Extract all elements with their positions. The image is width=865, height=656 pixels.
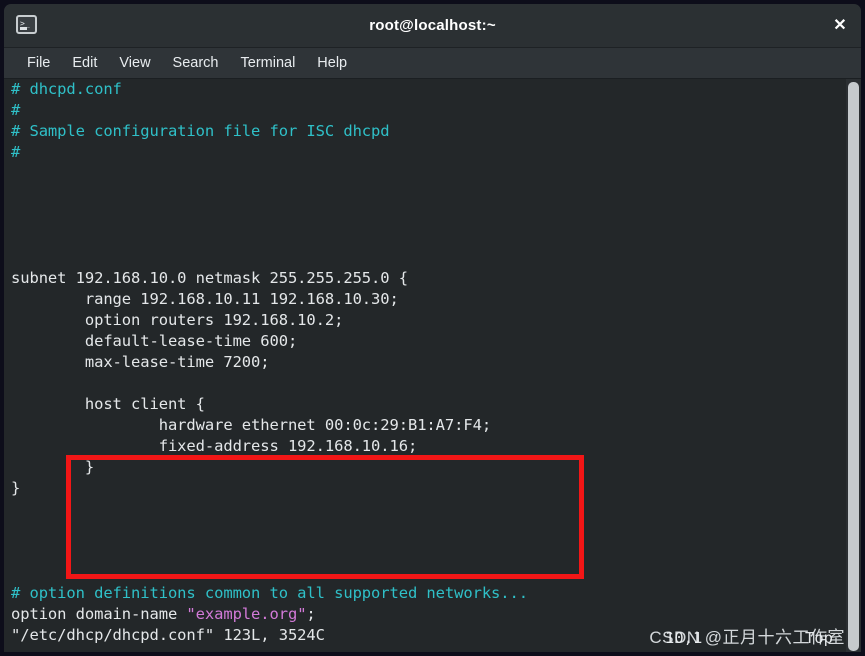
terminal-line: host client { bbox=[11, 395, 205, 413]
terminal-text: ; bbox=[306, 605, 316, 623]
terminal-line: default-lease-time 600; bbox=[11, 332, 298, 350]
terminal-line: hardware ethernet 00:0c:29:B1:A7:F4; bbox=[11, 416, 492, 434]
terminal-body[interactable]: # dhcpd.conf # # Sample configuration file… bbox=[4, 79, 861, 652]
menu-item-search[interactable]: Search bbox=[162, 48, 230, 78]
window-title: root@localhost:~ bbox=[369, 17, 496, 34]
terminal-string-literal: "example.org" bbox=[186, 605, 307, 623]
terminal-line: option routers 192.168.10.2; bbox=[11, 311, 344, 329]
menu-item-help[interactable]: Help bbox=[306, 48, 358, 78]
terminal-line: # bbox=[11, 143, 21, 161]
terminal-window: >_ root@localhost:~ ✕ File Edit View Sea… bbox=[4, 4, 861, 652]
terminal-line: # dhcpd.conf bbox=[11, 80, 122, 98]
terminal-line: max-lease-time 7200; bbox=[11, 353, 270, 371]
vim-ruler: 10,1 Top bbox=[665, 629, 833, 647]
menu-item-view[interactable]: View bbox=[108, 48, 161, 78]
scrollbar[interactable] bbox=[846, 79, 861, 652]
close-icon[interactable]: ✕ bbox=[829, 15, 851, 37]
menu-bar: File Edit View Search Terminal Help bbox=[4, 48, 861, 79]
terminal-text-area: # dhcpd.conf # # Sample configuration file… bbox=[11, 79, 861, 646]
terminal-line: } bbox=[11, 458, 95, 476]
title-bar: >_ root@localhost:~ ✕ bbox=[4, 4, 861, 48]
terminal-icon: >_ bbox=[16, 15, 37, 34]
terminal-line: subnet 192.168.10.0 netmask 255.255.255.… bbox=[11, 269, 408, 287]
terminal-line: fixed-address 192.168.10.16; bbox=[11, 437, 418, 455]
terminal-icon-bar bbox=[20, 27, 27, 30]
terminal-line: range 192.168.10.11 192.168.10.30; bbox=[11, 290, 399, 308]
terminal-line: } bbox=[11, 479, 21, 497]
terminal-line: option domain-name "example.org"; bbox=[11, 604, 861, 625]
menu-item-edit[interactable]: Edit bbox=[61, 48, 108, 78]
menu-item-terminal[interactable]: Terminal bbox=[230, 48, 307, 78]
terminal-line: # Sample configuration file for ISC dhcp… bbox=[11, 122, 390, 140]
terminal-line: # bbox=[11, 101, 21, 119]
terminal-text: option domain-name bbox=[11, 605, 187, 623]
terminal-line: # option definitions common to all suppo… bbox=[11, 584, 528, 602]
menu-item-file[interactable]: File bbox=[16, 48, 61, 78]
scrollbar-thumb[interactable] bbox=[848, 82, 859, 651]
